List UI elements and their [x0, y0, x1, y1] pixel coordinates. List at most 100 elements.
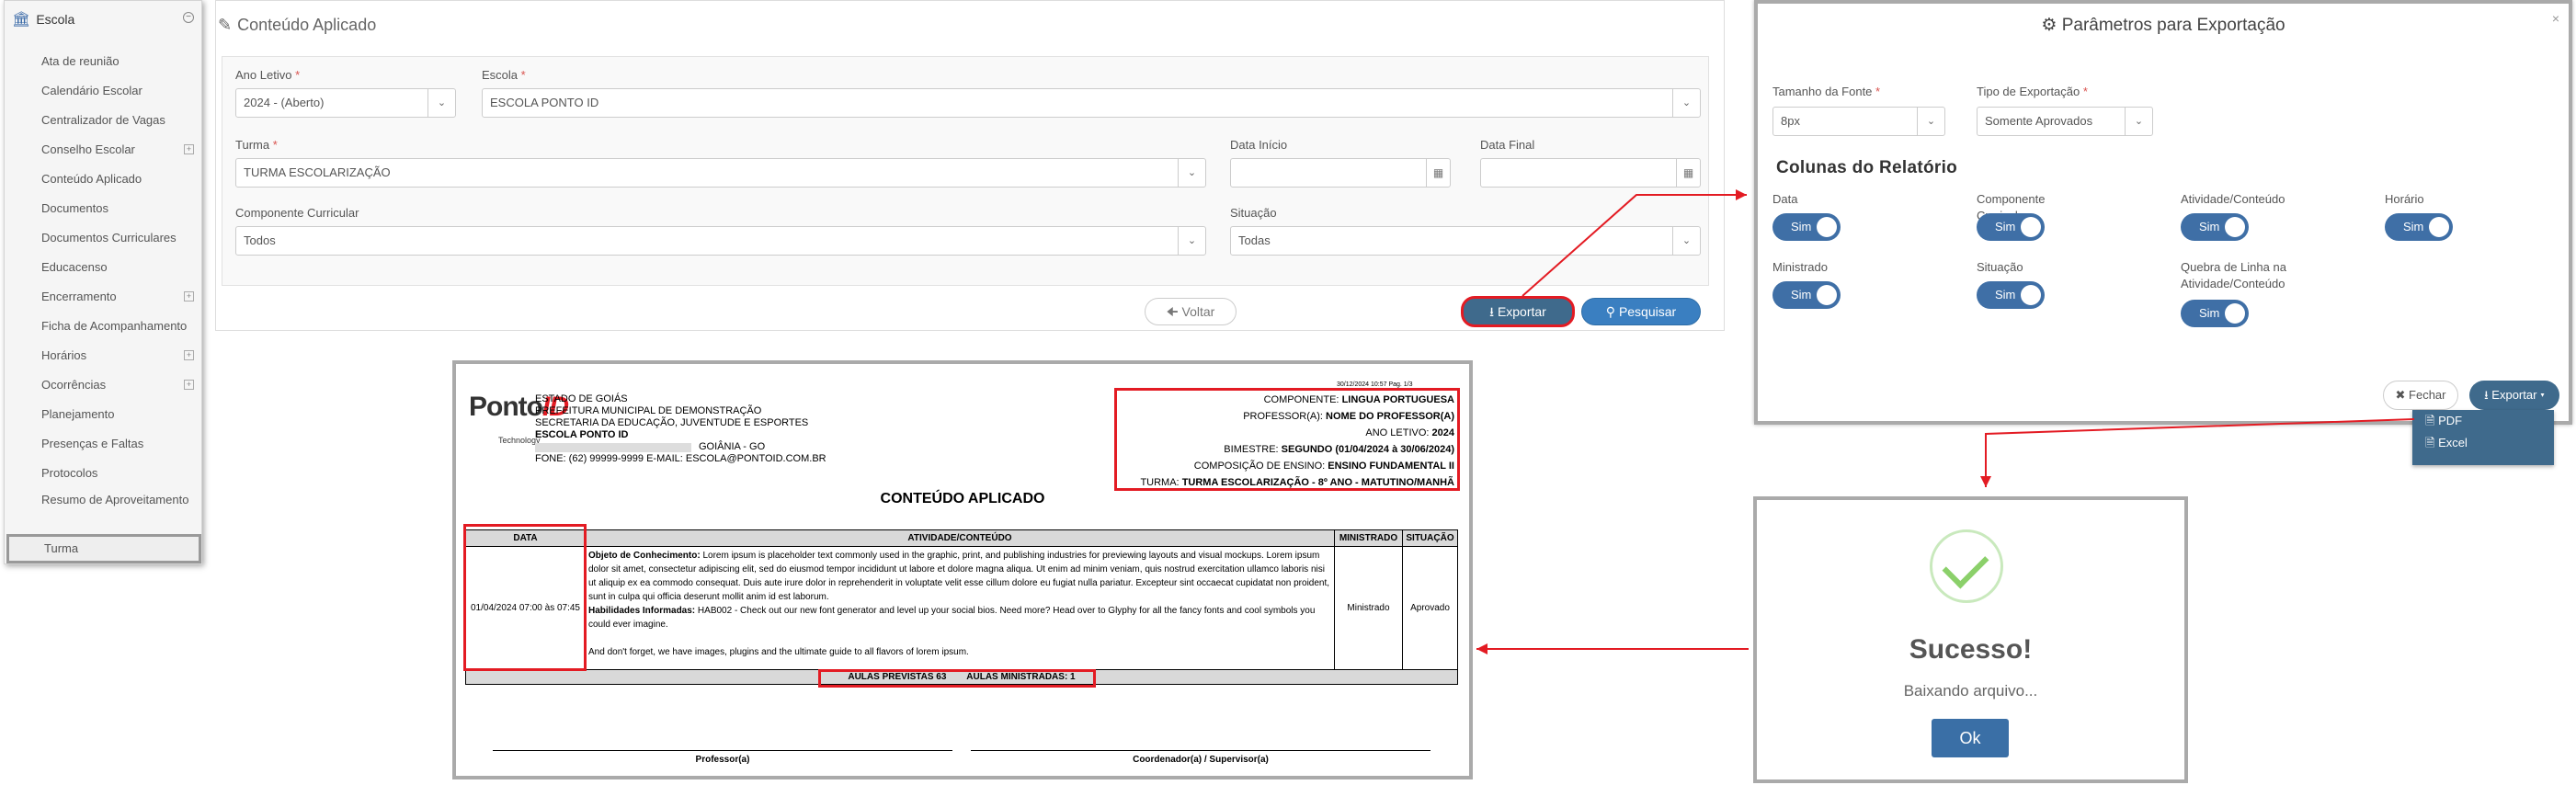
- sidebar-item[interactable]: Conteúdo Aplicado: [5, 165, 201, 194]
- data-highlight: [463, 524, 587, 671]
- data-final-input[interactable]: ▦: [1480, 158, 1701, 188]
- sidebar-item[interactable]: Ficha de Acompanhamento: [5, 312, 201, 341]
- report-table: DATA ATIVIDADE/CONTEÚDO MINISTRADO SITUA…: [465, 529, 1458, 685]
- column-toggle[interactable]: Sim: [1772, 281, 1841, 309]
- sidebar-item-label: Ata de reunião: [41, 54, 120, 68]
- redacted-address: [535, 443, 691, 452]
- sidebar-item[interactable]: Documentos: [5, 194, 201, 223]
- dropdown-item-excel[interactable]: 🗎 Excel: [2412, 432, 2554, 454]
- success-title: Sucesso!: [1909, 634, 2033, 665]
- column-toggle[interactable]: Sim: [1772, 213, 1841, 241]
- sidebar-item-label: Calendário Escolar: [41, 84, 142, 97]
- sidebar: 🏛 Escola − Ata de reunião Calendário Esco…: [4, 0, 202, 564]
- column-toggle[interactable]: Sim: [2181, 300, 2249, 327]
- data-inicio-input[interactable]: ▦: [1230, 158, 1451, 188]
- column-label: Situação: [1977, 260, 2023, 274]
- close-icon[interactable]: ×: [2552, 11, 2559, 26]
- expand-icon[interactable]: +: [184, 291, 194, 301]
- componente-select[interactable]: Todos ⌄: [235, 226, 1206, 256]
- professor-signature: Professor(a): [493, 750, 952, 765]
- tipo-label: Tipo de Exportação *: [1977, 85, 2088, 98]
- modal-exportar-button[interactable]: ⭳ Exportar ▾: [2469, 381, 2559, 410]
- ano-letivo-select[interactable]: 2024 - (Aberto) ⌄: [235, 88, 456, 118]
- report-preview: 30/12/2024 10:57 Pag. 1/3 PontoID Techno…: [452, 360, 1473, 779]
- chevron-down-icon: ⌄: [1672, 89, 1700, 117]
- sidebar-item-label: Centralizador de Vagas: [41, 113, 165, 127]
- chevron-down-icon: ⌄: [1178, 227, 1205, 255]
- sidebar-item[interactable]: Centralizador de Vagas: [5, 106, 201, 135]
- sidebar-item-label: Documentos Curriculares: [41, 231, 177, 245]
- fonte-select[interactable]: 8px ⌄: [1772, 107, 1945, 136]
- chevron-down-icon: ⌄: [1917, 108, 1944, 135]
- sidebar-item[interactable]: Resumo de Aproveitamento: [5, 488, 201, 529]
- turma-select[interactable]: TURMA ESCOLARIZAÇÃO ⌄: [235, 158, 1206, 188]
- data-inicio-label: Data Início: [1230, 138, 1288, 152]
- collapse-icon[interactable]: −: [183, 12, 194, 23]
- expand-icon[interactable]: +: [184, 144, 194, 154]
- componente-label: Componente Curricular: [235, 206, 359, 220]
- sidebar-item[interactable]: Ata de reunião: [5, 47, 201, 76]
- logo-subtitle: Technology: [498, 436, 541, 445]
- edit-icon: ✎: [218, 16, 233, 34]
- sidebar-header[interactable]: 🏛 Escola: [12, 10, 74, 28]
- expand-icon[interactable]: +: [184, 380, 194, 390]
- sidebar-item[interactable]: Ocorrências +: [5, 370, 201, 400]
- success-dialog: Sucesso! Baixando arquivo... Ok: [1753, 496, 2188, 783]
- column-label: Data: [1772, 192, 1798, 206]
- turma-label: Turma *: [235, 138, 278, 152]
- chevron-down-icon: ⌄: [1178, 159, 1205, 187]
- report-info-line: BIMESTRE: SEGUNDO (01/04/2024 à 30/06/20…: [1224, 444, 1454, 455]
- sidebar-item-label: Ficha de Acompanhamento: [41, 319, 188, 333]
- sidebar-item[interactable]: Calendário Escolar: [5, 76, 201, 106]
- column-toggle[interactable]: Sim: [1977, 213, 2045, 241]
- calendar-icon[interactable]: ▦: [1426, 159, 1450, 187]
- column-toggle[interactable]: Sim: [1977, 281, 2045, 309]
- pesquisar-button[interactable]: ⚲ Pesquisar: [1581, 298, 1701, 325]
- sidebar-item-label: Planejamento: [41, 407, 115, 421]
- report-info-line: TURMA: TURMA ESCOLARIZAÇÃO - 8º ANO - MA…: [1140, 477, 1454, 488]
- export-params-modal: ⚙ Parâmetros para Exportação × Tamanho d…: [1754, 0, 2572, 425]
- sidebar-item[interactable]: Horários +: [5, 341, 201, 370]
- sidebar-item-turma[interactable]: Turma: [6, 534, 201, 563]
- totals-highlight: [818, 669, 1096, 688]
- exportar-button[interactable]: ⭳ Exportar: [1461, 296, 1575, 327]
- tipo-select[interactable]: Somente Aprovados ⌄: [1977, 107, 2153, 136]
- export-dropdown: 🗎 PDF 🗎 Excel: [2412, 410, 2554, 465]
- sidebar-item[interactable]: Planejamento: [5, 400, 201, 429]
- sidebar-item-label: Encerramento: [41, 290, 117, 303]
- caret-down-icon: ▾: [2540, 388, 2545, 402]
- column-toggle[interactable]: Sim: [2385, 213, 2453, 241]
- situacao-label: Situação: [1230, 206, 1277, 220]
- coordenador-signature: Coordenador(a) / Supervisor(a): [971, 750, 1430, 765]
- modal-title: ⚙ Parâmetros para Exportação: [2041, 16, 2285, 35]
- dropdown-item-pdf[interactable]: 🗎 PDF: [2412, 410, 2554, 432]
- fechar-button[interactable]: ✖ Fechar: [2383, 381, 2458, 410]
- sidebar-item[interactable]: Encerramento +: [5, 282, 201, 312]
- cell-situacao: Aprovado: [1402, 546, 1458, 670]
- ok-button[interactable]: Ok: [1932, 719, 2009, 757]
- data-final-label: Data Final: [1480, 138, 1535, 152]
- arrow-to-success: [1980, 418, 2415, 487]
- check-icon: [1930, 529, 2003, 603]
- sidebar-item[interactable]: Educacenso: [5, 253, 201, 282]
- arrow-left-icon: 🠈: [1166, 304, 1179, 319]
- school-icon: 🏛: [12, 12, 31, 28]
- sidebar-item-label: Conselho Escolar: [41, 142, 135, 156]
- colunas-section-title: Colunas do Relatório: [1776, 158, 1958, 177]
- report-info: COMPONENTE: LINGUA PORTUGUESA PROFESSOR(A…: [1118, 392, 1454, 491]
- conteudo-aplicado-page: ✎ Conteúdo Aplicado Ano Letivo * 2024 - …: [215, 0, 1725, 331]
- sidebar-item[interactable]: Documentos Curriculares: [5, 223, 201, 253]
- sidebar-item[interactable]: Protocolos: [5, 459, 201, 488]
- sidebar-item[interactable]: Presenças e Faltas: [5, 429, 201, 459]
- sidebar-title: Escola: [36, 12, 75, 27]
- voltar-button[interactable]: 🠈 Voltar: [1145, 298, 1237, 325]
- cell-ministrado: Ministrado: [1334, 546, 1403, 670]
- escola-select[interactable]: ESCOLA PONTO ID ⌄: [482, 88, 1701, 118]
- expand-icon[interactable]: +: [184, 350, 194, 360]
- situacao-select[interactable]: Todas ⌄: [1230, 226, 1701, 256]
- page-title: ✎ Conteúdo Aplicado: [218, 16, 377, 34]
- calendar-icon[interactable]: ▦: [1676, 159, 1700, 187]
- sidebar-item[interactable]: Conselho Escolar +: [5, 135, 201, 165]
- filter-panel: Ano Letivo * 2024 - (Aberto) ⌄ Escola * E…: [222, 56, 1709, 286]
- column-toggle[interactable]: Sim: [2181, 213, 2249, 241]
